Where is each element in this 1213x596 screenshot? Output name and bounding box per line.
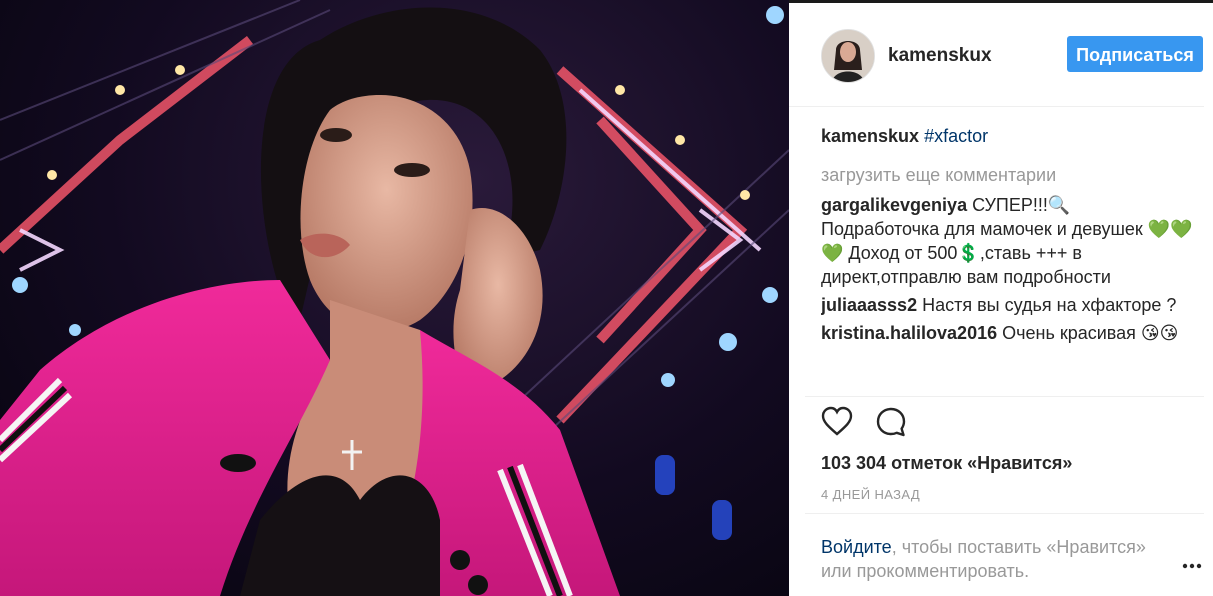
post-side-panel: kamenskux Подписаться kamenskux #xfactor… — [789, 0, 1213, 596]
divider — [805, 396, 1204, 397]
comments-list[interactable]: kamenskux #xfactor загрузить еще коммент… — [821, 124, 1193, 397]
comment-item: kristina.halilova2016 Очень красивая 😘😘 — [821, 321, 1193, 345]
comment-username[interactable]: kristina.halilova2016 — [821, 323, 997, 343]
caption-username[interactable]: kamenskux — [821, 126, 919, 146]
comment-item: gargalikevgeniya СУПЕР!!!🔍 Подработочка … — [821, 193, 1193, 289]
comment-item: juliaaasss2 Настя вы судья на хфакторе ? — [821, 293, 1193, 317]
avatar-image — [822, 30, 874, 82]
comment-username[interactable]: gargalikevgeniya — [821, 195, 967, 215]
login-link[interactable]: Войдите — [821, 537, 892, 557]
login-prompt: Войдите, чтобы поставить «Нравится» или … — [821, 535, 1161, 583]
speech-bubble-icon[interactable] — [875, 406, 907, 438]
comment-text: Очень красивая 😘😘 — [1002, 323, 1179, 343]
comment-text: Настя вы судья на хфакторе ? — [922, 295, 1177, 315]
post-photo — [0, 0, 789, 596]
post-username[interactable]: kamenskux — [888, 45, 992, 67]
follow-button[interactable]: Подписаться — [1067, 36, 1203, 72]
comment-username[interactable]: juliaaasss2 — [821, 295, 917, 315]
load-more-comments-link[interactable]: загрузить еще комментарии — [821, 163, 1193, 187]
more-dots-icon[interactable] — [1181, 558, 1203, 574]
post-timestamp: 4 ДНЕЙ НАЗАД — [821, 487, 921, 502]
post-header: kamenskux Подписаться — [789, 3, 1204, 107]
photo-illustration — [0, 0, 789, 596]
avatar[interactable] — [821, 29, 875, 83]
heart-icon[interactable] — [821, 406, 853, 438]
caption: kamenskux #xfactor — [821, 124, 1193, 148]
likes-count[interactable]: 103 304 отметок «Нравится» — [821, 453, 1072, 474]
caption-hashtag[interactable]: #xfactor — [924, 126, 988, 146]
divider — [805, 513, 1204, 514]
